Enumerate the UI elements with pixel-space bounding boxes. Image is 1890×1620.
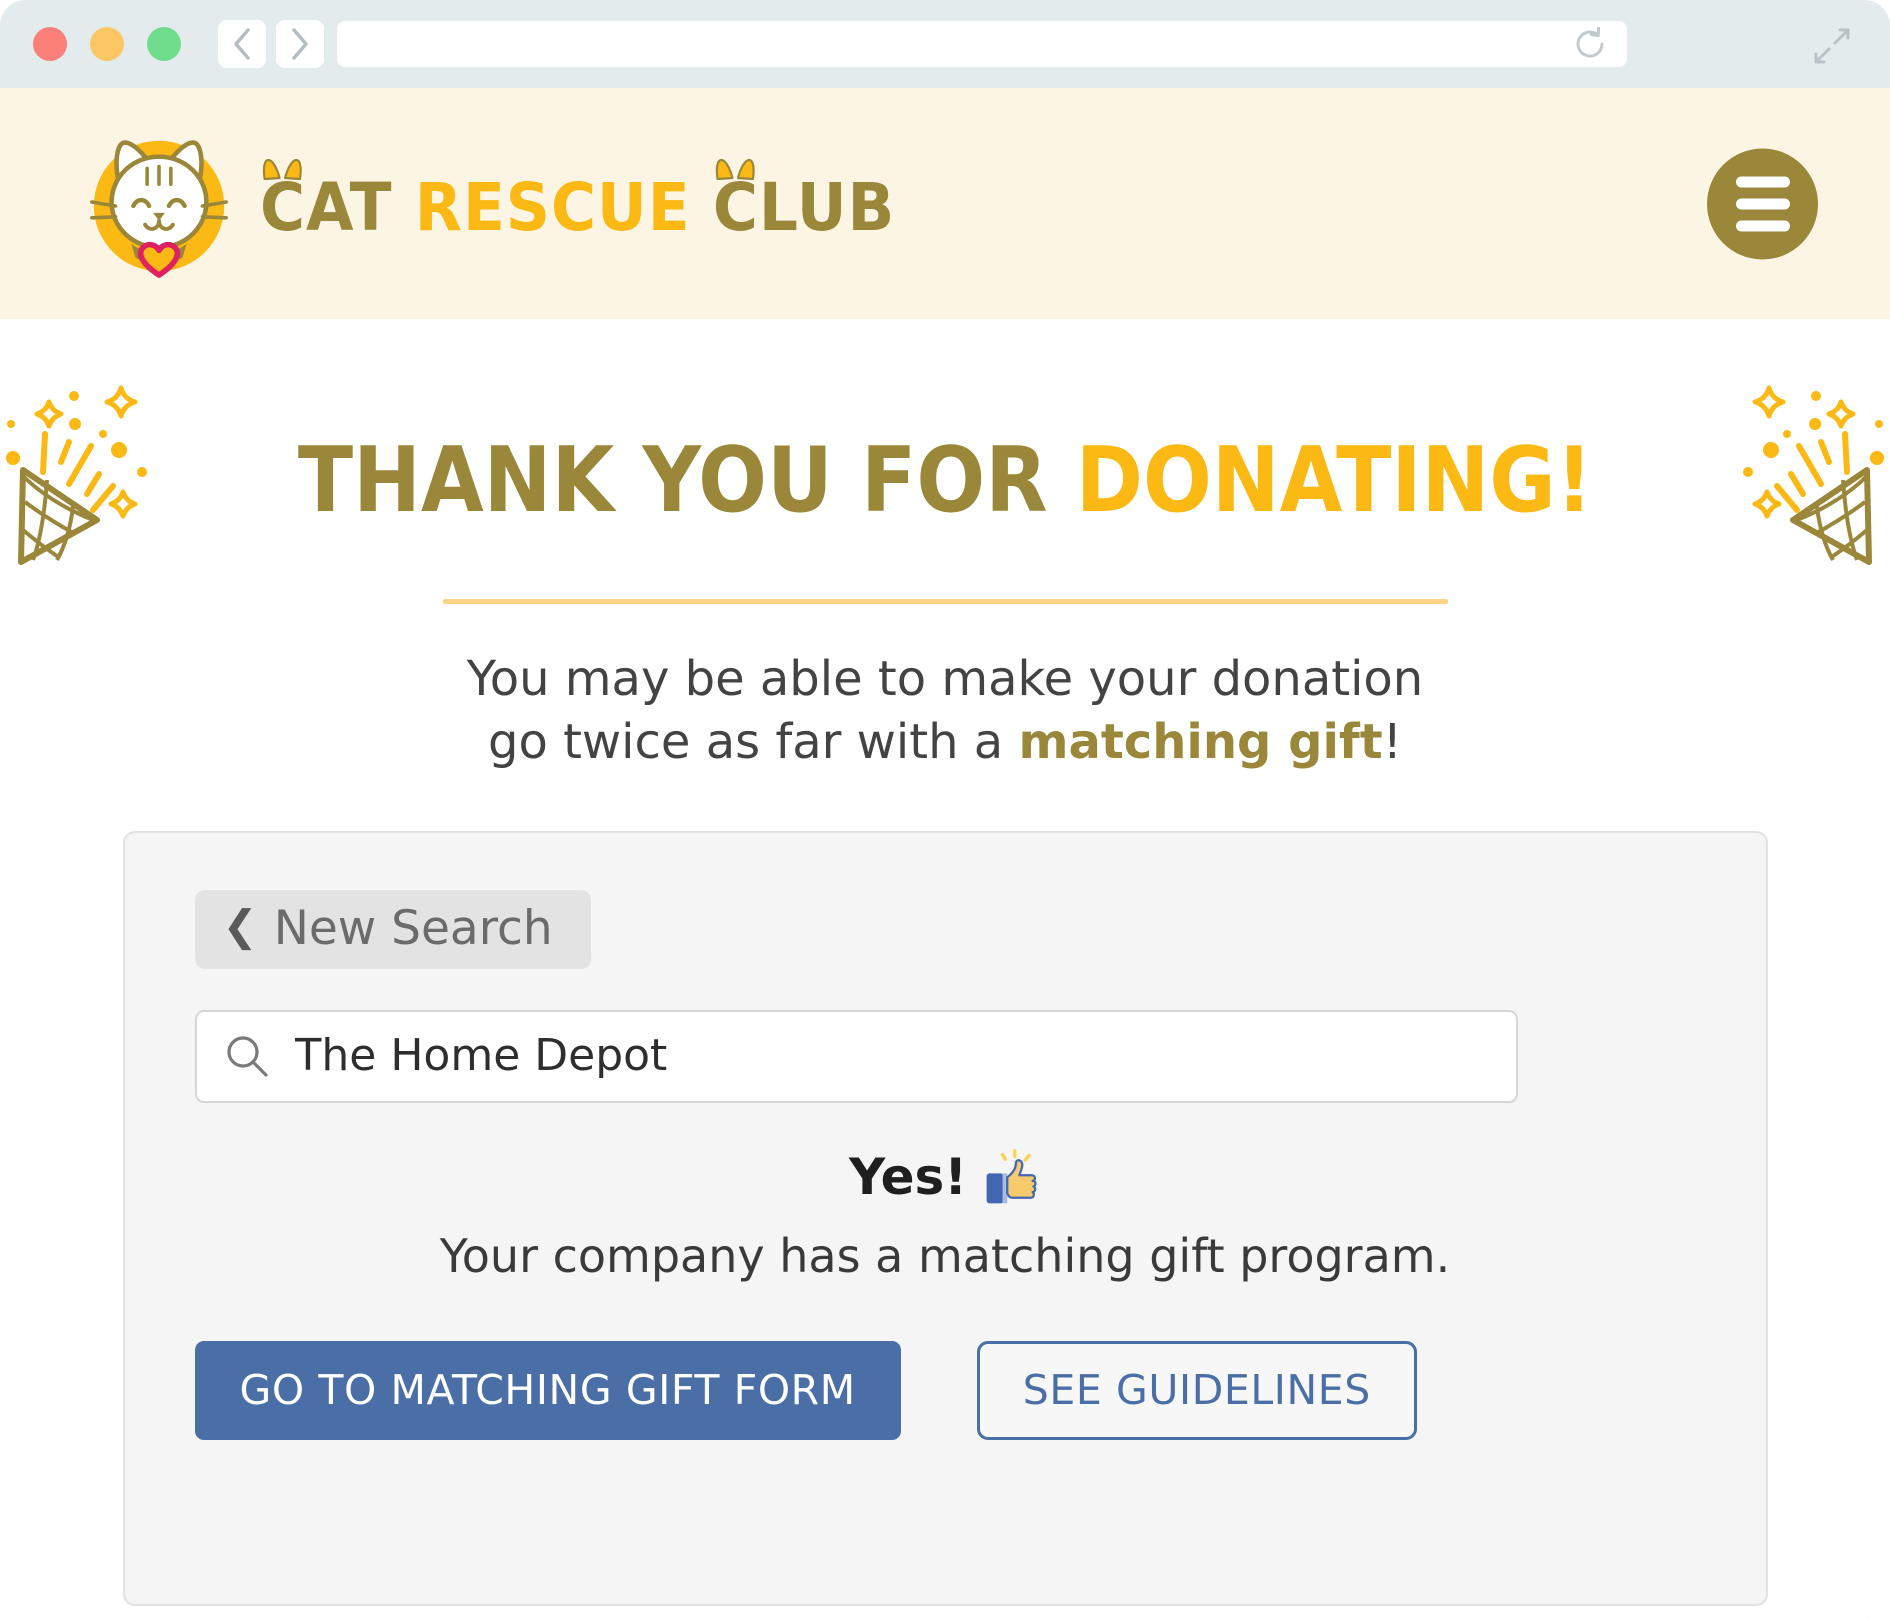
- wordmark-space2: [691, 169, 713, 246]
- page-viewport: CAT RESCUE CLUB THANK YOU FOR DONATING! …: [0, 88, 1890, 1620]
- hero-title-row: THANK YOU FOR DONATING!: [0, 381, 1890, 581]
- wordmark-c1: C: [260, 168, 306, 246]
- nav-button-group: [218, 20, 324, 68]
- site-header: CAT RESCUE CLUB: [0, 88, 1890, 319]
- cat-ears-icon-2: [715, 158, 755, 180]
- cta-row: GO TO MATCHING GIFT FORM SEE GUIDELINES: [194, 1340, 1696, 1440]
- chevron-left-icon: ❮: [222, 902, 258, 950]
- cat-ears-icon: [262, 158, 302, 180]
- brand-wordmark: CAT RESCUE CLUB: [260, 158, 895, 241]
- forward-button[interactable]: [276, 20, 324, 68]
- thumbs-up-icon: [986, 1148, 1037, 1204]
- cat-face-logo-icon: [90, 139, 228, 278]
- result-heading: Yes!: [195, 1147, 1696, 1207]
- go-to-matching-gift-form-button[interactable]: GO TO MATCHING GIFT FORM: [194, 1340, 901, 1440]
- party-popper-icon-right: [1743, 385, 1885, 565]
- wordmark-club: CLUB: [713, 158, 895, 241]
- result-message: Your company has a matching gift program…: [439, 1228, 1451, 1283]
- matching-gift-card: ❮ New Search The Home Depot Yes! Your co…: [122, 830, 1768, 1606]
- wordmark-c2: C: [712, 168, 759, 246]
- minimize-window-button[interactable]: [90, 27, 124, 61]
- address-bar[interactable]: [337, 21, 1627, 67]
- company-search-input[interactable]: The Home Depot: [194, 1009, 1518, 1103]
- hamburger-bar-2: [1735, 198, 1790, 209]
- reload-icon[interactable]: [1571, 25, 1609, 63]
- hamburger-bar-3: [1735, 220, 1790, 231]
- hero-subtitle-line1: You may be able to make your donation: [466, 651, 1424, 707]
- result-yes-label: Yes!: [848, 1147, 968, 1206]
- chevron-left-icon: [234, 28, 250, 60]
- brand-logo-link[interactable]: CAT RESCUE CLUB: [80, 125, 943, 283]
- browser-window: CAT RESCUE CLUB THANK YOU FOR DONATING! …: [0, 0, 1890, 1620]
- new-search-label: New Search: [273, 900, 553, 956]
- wordmark-space1: [392, 169, 414, 246]
- title-divider: [442, 599, 1448, 604]
- hero-subtitle-highlight: matching gift: [1018, 714, 1383, 771]
- hero-subtitle: You may be able to make your donation go…: [0, 648, 1890, 775]
- chevron-right-icon: [292, 28, 308, 60]
- see-guidelines-button[interactable]: SEE GUIDELINES: [976, 1340, 1417, 1440]
- wordmark-cat: CAT: [260, 158, 392, 241]
- search-icon: [226, 1036, 268, 1077]
- main-content: THANK YOU FOR DONATING! You may be able …: [0, 319, 1890, 1606]
- wordmark-at: AT: [305, 168, 393, 246]
- party-popper-icon-left: [5, 385, 147, 565]
- back-button[interactable]: [218, 20, 266, 68]
- new-search-button[interactable]: ❮ New Search: [194, 889, 591, 969]
- page-title-part1: THANK YOU FOR: [297, 428, 1076, 533]
- close-window-button[interactable]: [33, 27, 67, 61]
- hero-subtitle-line2-pre: go twice as far with a: [488, 714, 1019, 771]
- page-title-part2: DONATING!: [1075, 428, 1593, 533]
- hero-subtitle-line2-post: !: [1382, 714, 1402, 771]
- hamburger-bar-1: [1735, 176, 1790, 187]
- maximize-window-button[interactable]: [147, 27, 181, 61]
- page-title: THANK YOU FOR DONATING!: [298, 436, 1593, 526]
- traffic-light-group: [33, 27, 181, 61]
- wordmark-rescue: RESCUE: [414, 168, 691, 246]
- wordmark-lub: LUB: [758, 168, 896, 246]
- hamburger-menu-button[interactable]: [1707, 148, 1818, 259]
- company-search-value: The Home Depot: [294, 1034, 668, 1079]
- browser-chrome-bar: [0, 0, 1890, 88]
- fullscreen-icon[interactable]: [1812, 26, 1852, 66]
